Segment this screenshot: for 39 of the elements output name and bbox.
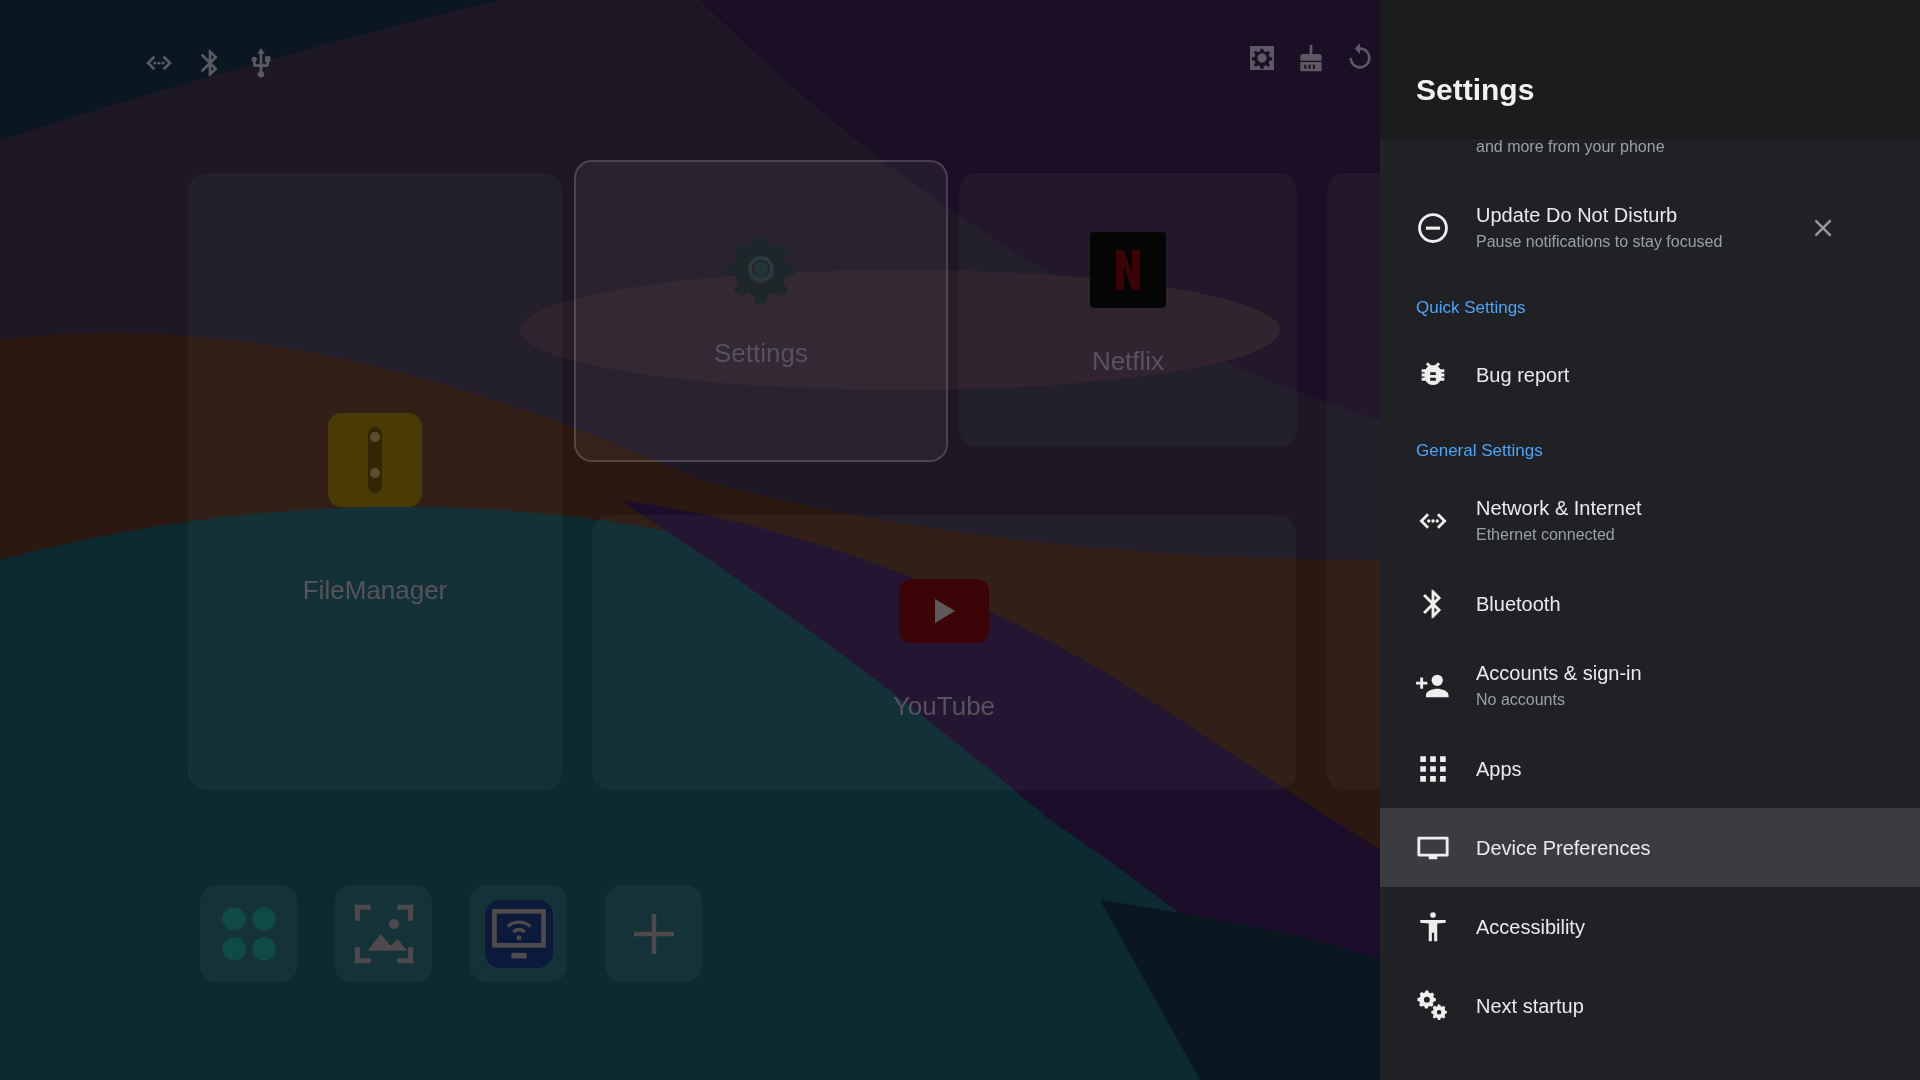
settings-item[interactable]: Next startup [1380, 966, 1920, 1045]
panel-title: Settings [1416, 72, 1536, 108]
settings-item[interactable]: Device Preferences [1380, 808, 1920, 887]
item-title: Network & Internet [1476, 496, 1643, 520]
dock-button[interactable] [470, 885, 567, 982]
item-summary: No accounts [1476, 690, 1566, 710]
dock-button[interactable] [335, 885, 432, 982]
item-title: Accessibility [1476, 914, 1586, 939]
binder-icon [328, 413, 422, 507]
monitor-wifi-icon [484, 899, 553, 968]
section-header: Quick Settings [1416, 298, 1526, 317]
dock-button[interactable] [200, 885, 297, 982]
gears-icon [1416, 988, 1450, 1023]
suggestion-item[interactable]: Update Do Not Disturb Pause notifications to stay focused [1380, 185, 1920, 271]
dock-button[interactable] [605, 885, 702, 982]
settings-item[interactable]: Network & Internet Ethernet connected [1380, 478, 1920, 564]
item-title: Bluetooth [1476, 591, 1562, 616]
item-summary: Ethernet connected [1476, 525, 1616, 545]
item-title: Next startup [1476, 993, 1585, 1018]
item-title: Apps [1476, 756, 1523, 781]
item-summary: Pause notifications to stay focused [1476, 232, 1724, 252]
settings-item[interactable]: Bluetooth [1380, 564, 1920, 643]
item-title: Update Do Not Disturb [1476, 203, 1679, 227]
image-icon [353, 903, 414, 964]
item-title: Device Preferences [1476, 835, 1652, 860]
app-label: YouTube [892, 690, 996, 723]
app-label: FileManager [302, 574, 448, 607]
settings-item[interactable]: Apps [1380, 729, 1920, 808]
item-title: Bug report [1476, 362, 1571, 387]
letter-tile-icon [1090, 232, 1166, 308]
play-button-icon [899, 579, 989, 643]
minus-circle-icon [1416, 211, 1450, 245]
item-title: Accounts & sign-in [1476, 661, 1643, 685]
plus-icon [633, 913, 674, 954]
section-header: General Settings [1416, 441, 1543, 460]
item-summary: and more from your phone [1476, 137, 1665, 157]
settings-item[interactable]: Bug report [1380, 335, 1920, 414]
settings-item[interactable]: Accounts & sign-in No accounts [1380, 643, 1920, 729]
settings-item[interactable]: Accessibility [1380, 887, 1920, 966]
